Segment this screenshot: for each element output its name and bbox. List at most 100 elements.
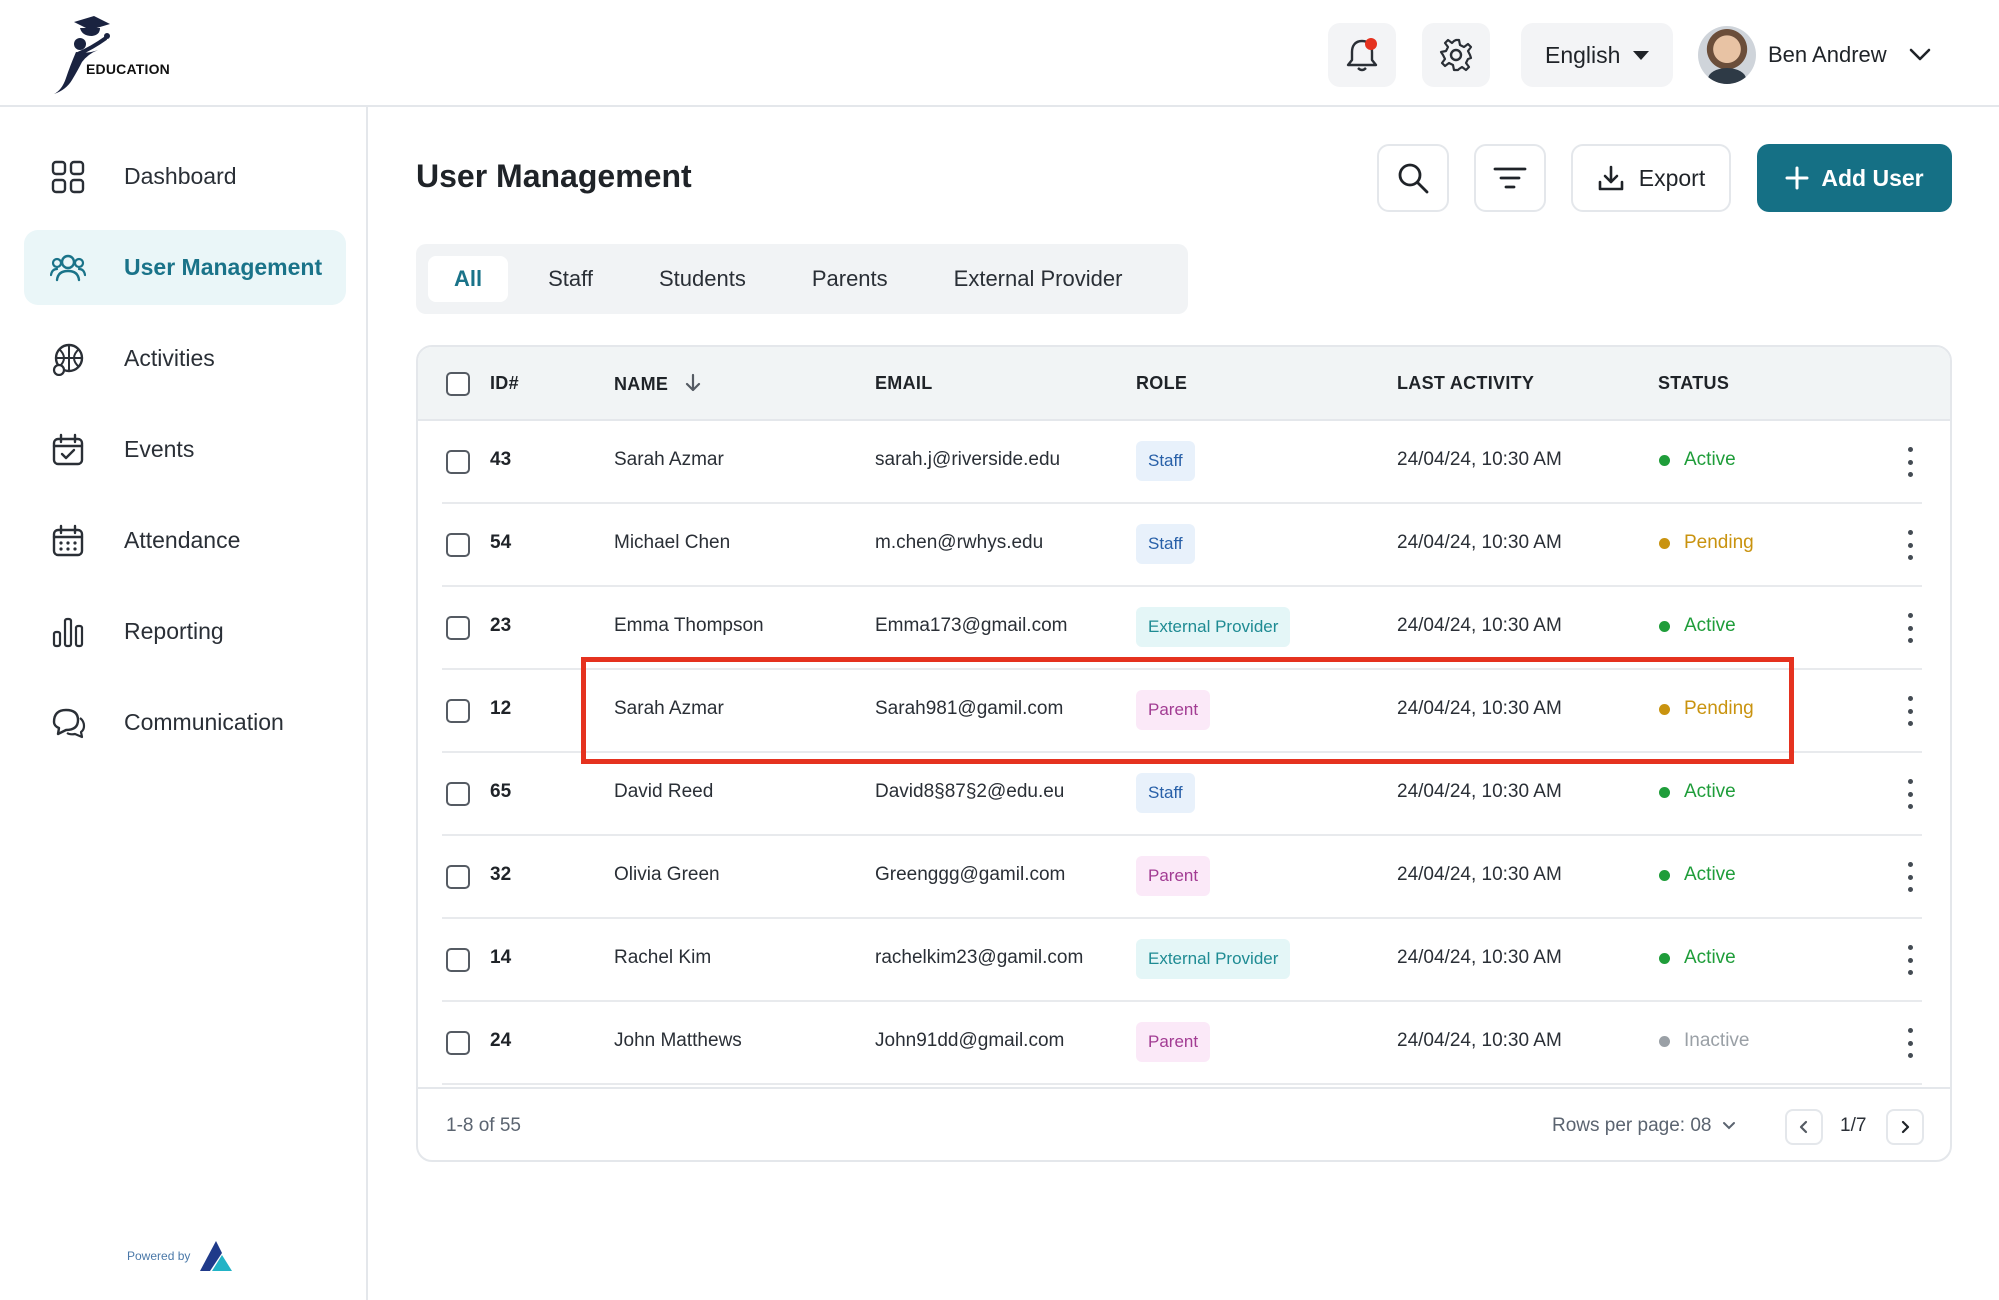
tab-all[interactable]: All (428, 256, 509, 302)
table-row[interactable]: 54 Michael Chen m.chen@rwhys.edu Staff 24/04… (418, 504, 1950, 587)
row-checkbox[interactable] (446, 865, 470, 889)
row-checkbox[interactable] (446, 616, 470, 640)
row-checkbox[interactable] (446, 699, 470, 723)
row-actions-menu-icon[interactable] (1905, 530, 1915, 560)
role-badge: Staff (1136, 773, 1195, 813)
column-header-last-activity[interactable]: LAST ACTIVITY (1397, 373, 1534, 394)
row-last-activity: 24/04/24, 10:30 AM (1397, 532, 1562, 553)
status-dot (1659, 1035, 1670, 1047)
tab-staff[interactable]: Staff (522, 256, 619, 302)
table-row[interactable]: 24 John Matthews John91dd@gmail.com Parent 2… (418, 1002, 1950, 1085)
tab-external-provider[interactable]: External Provider (928, 256, 1149, 302)
tab-parents[interactable]: Parents (786, 256, 914, 302)
row-name: Emma Thompson (614, 615, 764, 636)
row-id: 14 (490, 947, 512, 968)
row-name: Sarah Azmar (614, 698, 724, 719)
search-button[interactable] (1377, 144, 1449, 212)
table-row[interactable]: 12 Sarah Azmar Sarah981@gamil.com Parent 24/… (418, 670, 1950, 753)
sidebar-item-communication[interactable]: Communication (24, 685, 346, 760)
sidebar-item-label: Attendance (124, 527, 241, 553)
notifications-button[interactable] (1328, 23, 1396, 87)
notification-dot (1365, 38, 1377, 50)
status-label: Pending (1684, 532, 1754, 553)
status-label: Active (1684, 947, 1736, 968)
status-dot (1659, 952, 1670, 964)
column-header-name[interactable]: NAME (614, 373, 702, 395)
row-actions-menu-icon[interactable] (1905, 862, 1915, 892)
column-header-email[interactable]: EMAIL (875, 373, 933, 394)
row-last-activity: 24/04/24, 10:30 AM (1397, 1030, 1562, 1051)
status-badge: Inactive (1659, 1030, 1749, 1052)
row-id: 12 (490, 698, 512, 719)
sidebar-item-activities[interactable]: Activities (24, 321, 346, 396)
caret-down-icon (1633, 51, 1649, 60)
role-badge: Staff (1136, 524, 1195, 564)
table-row[interactable]: 23 Emma Thompson Emma173@gmail.com External… (418, 587, 1950, 670)
status-badge: Active (1659, 449, 1736, 471)
partner-logo-icon (200, 1241, 233, 1271)
top-bar: EDUCATION English Ben Andrew (0, 0, 1999, 107)
row-id: 54 (490, 532, 512, 553)
row-checkbox[interactable] (446, 782, 470, 806)
basketball-icon (50, 341, 86, 377)
settings-button[interactable] (1422, 23, 1490, 87)
status-label: Active (1684, 781, 1736, 802)
row-checkbox[interactable] (446, 533, 470, 557)
previous-page-button[interactable] (1785, 1109, 1823, 1145)
table-row[interactable]: 43 Sarah Azmar sarah.j@riverside.edu Staff 2… (418, 421, 1950, 504)
language-select[interactable]: English (1521, 23, 1673, 87)
export-button[interactable]: Export (1571, 144, 1731, 212)
add-user-button[interactable]: Add User (1757, 144, 1952, 212)
calendar-check-icon (50, 432, 86, 468)
row-checkbox[interactable] (446, 1031, 470, 1055)
table-row[interactable]: 65 David Reed David8§87§2@edu.eu Staff 24/04… (418, 753, 1950, 836)
status-label: Active (1684, 864, 1736, 885)
rows-per-page-select[interactable]: Rows per page: 08 (1552, 1115, 1736, 1137)
row-actions-menu-icon[interactable] (1905, 945, 1915, 975)
user-menu[interactable]: Ben Andrew (1698, 24, 1931, 86)
gear-icon (1439, 38, 1473, 72)
sidebar-item-attendance[interactable]: Attendance (24, 503, 346, 578)
sidebar-item-reporting[interactable]: Reporting (24, 594, 346, 669)
row-actions-menu-icon[interactable] (1905, 1028, 1915, 1058)
page-indicator: 1/7 (1840, 1115, 1867, 1136)
row-actions-menu-icon[interactable] (1905, 447, 1915, 477)
sidebar-item-label: Activities (124, 345, 215, 371)
export-label: Export (1638, 164, 1706, 191)
user-name: Ben Andrew (1768, 42, 1887, 67)
select-all-checkbox[interactable] (446, 372, 470, 396)
grid-icon (50, 159, 86, 195)
tab-students[interactable]: Students (633, 256, 772, 302)
table-row[interactable]: 14 Rachel Kim rachelkim23@gamil.com Externa… (418, 919, 1950, 1002)
sidebar-item-events[interactable]: Events (24, 412, 346, 487)
row-checkbox[interactable] (446, 948, 470, 972)
sidebar-item-user-management[interactable]: User Management (24, 230, 346, 305)
education-logo[interactable] (52, 14, 172, 94)
row-checkbox[interactable] (446, 450, 470, 474)
row-actions-menu-icon[interactable] (1905, 696, 1915, 726)
table-row[interactable]: 32 Olivia Green Greenggg@gamil.com Parent 24… (418, 836, 1950, 919)
status-dot (1659, 454, 1670, 466)
avatar (1698, 26, 1756, 84)
sidebar-item-label: Dashboard (124, 163, 237, 189)
row-actions-menu-icon[interactable] (1905, 779, 1915, 809)
sidebar: Dashboard User Management Activities Events… (0, 107, 368, 1300)
sidebar-item-dashboard[interactable]: Dashboard (24, 139, 346, 214)
filter-button[interactable] (1474, 144, 1546, 212)
chevron-down-icon (1722, 1122, 1735, 1130)
sidebar-item-label: User Management (124, 254, 323, 280)
sidebar-item-label: Communication (124, 709, 284, 735)
column-header-id[interactable]: ID# (490, 373, 519, 394)
next-page-button[interactable] (1886, 1109, 1924, 1145)
row-email: Emma173@gmail.com (875, 615, 1068, 636)
table-header: ID# NAME EMAIL ROLE LAST ACTIVITY STATUS (418, 347, 1950, 421)
users-icon (50, 250, 86, 286)
calendar-icon (50, 523, 86, 559)
column-header-status[interactable]: STATUS (1658, 373, 1729, 394)
role-tabs: All Staff Students Parents External Prov… (416, 244, 1188, 314)
role-badge: External Provider (1136, 607, 1291, 647)
column-header-role[interactable]: ROLE (1136, 373, 1187, 394)
row-email: rachelkim23@gamil.com (875, 947, 1084, 968)
status-label: Active (1684, 449, 1736, 470)
row-actions-menu-icon[interactable] (1905, 613, 1915, 643)
